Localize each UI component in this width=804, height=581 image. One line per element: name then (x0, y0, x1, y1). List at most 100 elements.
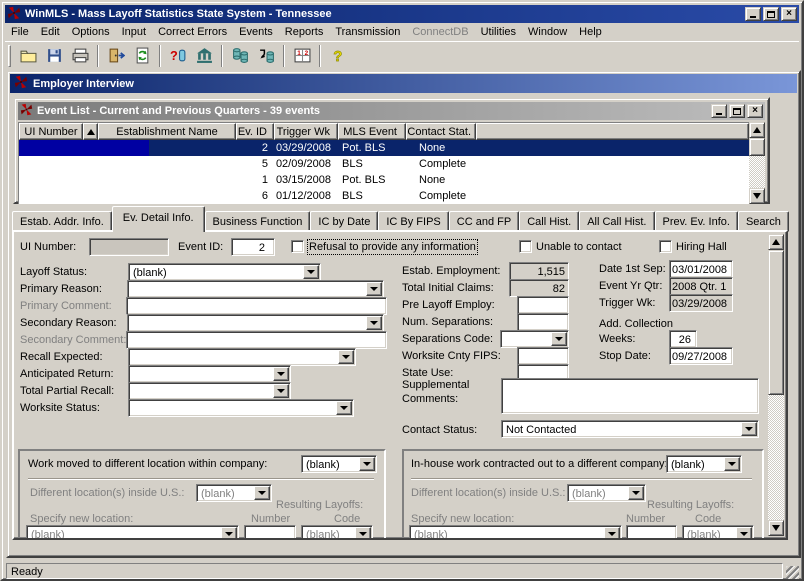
combo-value[interactable] (129, 349, 337, 365)
dropdown-arrow-icon[interactable] (273, 367, 289, 381)
secondary-reason-combo[interactable] (127, 314, 384, 332)
database-transfer-button[interactable] (253, 44, 279, 68)
secondary-comment-field[interactable] (126, 331, 387, 349)
column-header-mls-event[interactable]: MLS Event (338, 123, 406, 140)
scroll-down-button[interactable] (768, 520, 784, 536)
dropdown-arrow-icon[interactable] (273, 384, 289, 398)
scroll-up-button[interactable] (749, 122, 765, 138)
dropdown-arrow-icon[interactable] (355, 527, 371, 540)
combo-value[interactable]: (blank) (568, 485, 627, 501)
help-button[interactable]: ? (325, 44, 351, 68)
menu-file[interactable]: File (5, 24, 35, 40)
primary-comment-field[interactable] (126, 297, 387, 315)
dropdown-arrow-icon[interactable] (303, 265, 319, 279)
unable-to-contact-checkbox[interactable] (519, 240, 532, 253)
contact-status-combo[interactable]: Not Contacted (501, 420, 759, 438)
table-row[interactable]: 5 02/09/2008 BLS Complete (19, 156, 749, 172)
primary-reason-combo[interactable] (127, 280, 384, 298)
scrollbar-thumb[interactable] (768, 250, 784, 395)
scroll-up-button[interactable] (768, 234, 784, 250)
refusal-label[interactable]: Refusal to provide any information (309, 241, 476, 253)
tab-cc-and-fp[interactable]: CC and FP (449, 211, 519, 232)
hiring-hall-checkbox[interactable] (659, 240, 672, 253)
minimize-button[interactable] (745, 7, 761, 21)
dropdown-arrow-icon[interactable] (724, 457, 740, 471)
combo-value[interactable]: (blank) (683, 526, 735, 540)
tab-search[interactable]: Search (738, 211, 789, 232)
anticipated-return-combo[interactable] (128, 365, 291, 383)
menu-events[interactable]: Events (233, 24, 279, 40)
combo-value[interactable] (501, 331, 550, 347)
worksite-cnty-fips-field[interactable] (517, 347, 569, 365)
number-field[interactable] (244, 525, 296, 540)
combo-value[interactable]: (blank) (410, 526, 603, 540)
tab-call-hist[interactable]: Call Hist. (519, 211, 579, 232)
combo-value[interactable]: (blank) (667, 456, 723, 472)
tab-business-function[interactable]: Business Function (205, 211, 311, 232)
dropdown-arrow-icon[interactable] (254, 486, 270, 500)
layoff-status-combo[interactable]: (blank) (128, 263, 321, 281)
toolbar-grip[interactable] (8, 45, 11, 67)
tab-estab-addr-info[interactable]: Estab. Addr. Info. (12, 211, 112, 232)
menu-options[interactable]: Options (66, 24, 116, 40)
menu-reports[interactable]: Reports (279, 24, 330, 40)
bank-button[interactable] (191, 44, 217, 68)
combo-value[interactable]: (blank) (27, 526, 220, 540)
menu-window[interactable]: Window (522, 24, 573, 40)
column-header-ui-number[interactable]: UI Number (19, 123, 83, 140)
dropdown-arrow-icon[interactable] (551, 332, 567, 346)
dropdown-arrow-icon[interactable] (741, 422, 757, 436)
tab-ic-by-fips[interactable]: IC By FIPS (378, 211, 448, 232)
table-row[interactable]: 6 01/12/2008 BLS Complete (19, 188, 749, 204)
dropdown-arrow-icon[interactable] (336, 401, 352, 415)
specify-new-location-combo[interactable]: (blank) (409, 525, 622, 540)
open-button[interactable] (15, 44, 41, 68)
combo-value[interactable] (128, 281, 365, 297)
supplemental-comments-textarea[interactable] (501, 378, 759, 414)
column-header-sort[interactable] (83, 123, 98, 140)
in-house-combo[interactable]: (blank) (666, 455, 742, 473)
menu-correct-errors[interactable]: Correct Errors (152, 24, 233, 40)
column-header-trigger-wk[interactable]: Trigger Wk (274, 123, 338, 140)
menu-input[interactable]: Input (116, 24, 152, 40)
refusal-checkbox[interactable] (291, 240, 304, 253)
event-list-maximize-button[interactable] (729, 104, 745, 118)
grid-compare-button[interactable]: 12 (289, 44, 315, 68)
event-list-scrollbar[interactable] (749, 122, 765, 204)
work-moved-combo[interactable]: (blank) (301, 455, 377, 473)
combo-value[interactable]: (blank) (129, 264, 302, 280)
scrollbar-track[interactable] (749, 156, 765, 188)
different-location-combo[interactable]: (blank) (567, 484, 646, 502)
form-scrollbar[interactable] (768, 234, 784, 536)
event-list-minimize-button[interactable] (711, 104, 727, 118)
save-button[interactable] (41, 44, 67, 68)
column-header-contact-stat[interactable]: Contact Stat. (406, 123, 476, 140)
num-separations-field[interactable] (517, 313, 569, 331)
event-list-close-button[interactable]: × (747, 104, 763, 118)
resize-grip[interactable] (786, 566, 799, 579)
exit-button[interactable] (103, 44, 129, 68)
menu-help[interactable]: Help (573, 24, 608, 40)
code-combo[interactable]: (blank) (682, 525, 754, 540)
number-field[interactable] (626, 525, 677, 540)
dropdown-arrow-icon[interactable] (359, 457, 375, 471)
total-partial-recall-combo[interactable] (128, 382, 291, 400)
scroll-down-button[interactable] (749, 188, 765, 204)
weeks-field[interactable]: 26 (669, 330, 697, 348)
tab-all-call-hist[interactable]: All Call Hist. (579, 211, 654, 232)
combo-value[interactable]: (blank) (302, 456, 358, 472)
menu-utilities[interactable]: Utilities (475, 24, 522, 40)
event-id-field[interactable]: 2 (231, 238, 275, 256)
table-row[interactable]: 1 03/15/2008 Pot. BLS None (19, 172, 749, 188)
combo-value[interactable] (129, 383, 272, 399)
menu-transmission[interactable]: Transmission (329, 24, 406, 40)
date-1st-sep-field[interactable]: 03/01/2008 (669, 260, 733, 278)
different-location-combo[interactable]: (blank) (196, 484, 272, 502)
dropdown-arrow-icon[interactable] (366, 316, 382, 330)
dropdown-arrow-icon[interactable] (628, 486, 644, 500)
print-button[interactable] (67, 44, 93, 68)
tab-ev-detail-info[interactable]: Ev. Detail Info. (112, 206, 205, 232)
stop-date-field[interactable]: 09/27/2008 (669, 347, 733, 365)
close-button[interactable]: × (781, 7, 797, 21)
combo-value[interactable]: (blank) (197, 485, 253, 501)
